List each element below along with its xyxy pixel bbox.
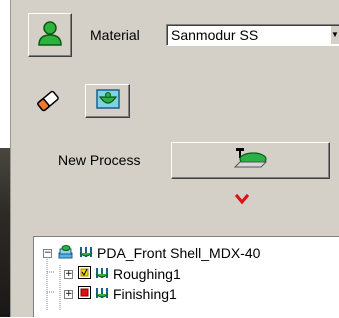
red-down-arrow-icon [234, 192, 250, 211]
tree-item-finishing[interactable]: + Finishing1 [64, 285, 177, 303]
process-icon [95, 266, 109, 283]
user-icon [36, 19, 64, 52]
modeling-panel: Material Sanmodur SS ▼ New Process − PDA… [10, 0, 339, 317]
tree-item-label: Roughing1 [113, 266, 181, 282]
material-label: Material [90, 27, 140, 43]
process-icon [95, 286, 109, 303]
stock-bowl-icon [94, 87, 122, 116]
material-value: Sanmodur SS [171, 27, 259, 43]
tree-root-label: PDA_Front Shell_MDX-40 [97, 245, 261, 261]
stock-button[interactable] [85, 84, 130, 118]
project-stack-icon [57, 244, 75, 263]
eraser-icon[interactable] [35, 90, 61, 117]
chevron-down-icon[interactable]: ▼ [330, 26, 339, 44]
expand-toggle[interactable]: + [64, 269, 73, 279]
checkbox-icon[interactable] [78, 286, 91, 302]
material-select[interactable]: Sanmodur SS ▼ [166, 24, 339, 46]
process-tree[interactable]: − PDA_Front Shell_MDX-40 + Roughing1 + F… [33, 236, 339, 317]
new-process-button[interactable] [171, 142, 330, 179]
mill-tool-icon [231, 146, 271, 175]
checkbox-icon[interactable] [78, 266, 91, 282]
user-button[interactable] [28, 13, 72, 57]
new-process-label: New Process [58, 152, 141, 168]
process-icon [79, 245, 93, 262]
tree-item-label: Finishing1 [113, 286, 177, 302]
collapse-toggle[interactable]: − [43, 248, 52, 258]
tree-item-roughing[interactable]: + Roughing1 [64, 265, 181, 283]
tree-root[interactable]: − PDA_Front Shell_MDX-40 [43, 244, 260, 262]
expand-toggle[interactable]: + [64, 289, 73, 299]
